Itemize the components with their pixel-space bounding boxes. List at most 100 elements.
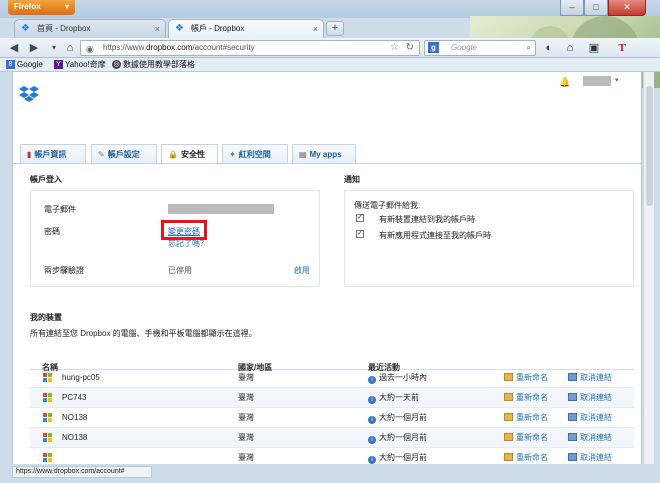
activity-text: 大約一個月前 <box>379 413 427 422</box>
rename-device-link[interactable]: 重新命名 <box>504 368 548 388</box>
unlink-icon <box>568 453 577 461</box>
search-placeholder: Google <box>451 43 477 52</box>
unlink-device-link[interactable]: 取消連結 <box>568 408 612 428</box>
table-row: NO138 臺灣 i 大約一個月前 重新命名 取消連結 <box>30 428 634 448</box>
bookmark-label: Google <box>17 60 43 69</box>
email-value-redacted <box>168 204 274 214</box>
bookmark-star-icon[interactable]: ☆ <box>390 41 399 55</box>
maximize-button[interactable]: □ <box>584 0 608 16</box>
bookmark-yahoo[interactable]: Y Yahoo!奇摩 <box>54 58 106 71</box>
url-prefix: https://www. <box>103 43 147 52</box>
device-name: PC743 <box>62 393 87 402</box>
rename-device-link[interactable]: 重新命名 <box>504 448 548 464</box>
account-tabs: ▮ 帳戶資訊 ✎ 帳戶設定 🔒 安全性 ✦ 紅利空間 ▤ My apps <box>13 144 641 165</box>
device-last-activity: i 大約一個月前 <box>368 408 427 428</box>
forgot-password-link[interactable]: 忘記了嗎？ <box>168 238 208 249</box>
rename-device-link[interactable]: 重新命名 <box>504 428 548 448</box>
forward-button[interactable]: ▶ <box>26 40 42 56</box>
device-name: NO138 <box>62 433 88 442</box>
site-identity-icon[interactable]: ◉ <box>86 42 94 56</box>
rename-label: 重新命名 <box>516 453 548 462</box>
table-row: PC743 臺灣 i 大約一天前 重新命名 取消連結 <box>30 388 634 408</box>
bookmark-label: Yahoo!奇摩 <box>65 60 106 69</box>
url-bar[interactable]: ◉ https://www.dropbox.com/account#securi… <box>80 40 420 56</box>
tab-security[interactable]: 🔒 安全性 <box>161 144 218 165</box>
user-name-redacted[interactable] <box>583 76 611 86</box>
bookmark-google[interactable]: 8 Google <box>6 58 43 71</box>
device-country: 臺灣 <box>238 453 254 462</box>
notify-new-device-label: 有新裝置連結到我的帳戶時 <box>379 215 475 224</box>
table-row: hung-pc05 臺灣 i 過去一小時內 重新命名 取消連結 <box>30 368 634 388</box>
windows-icon <box>43 433 53 443</box>
chart-icon: ▮ <box>27 150 32 159</box>
device-country: 臺灣 <box>238 393 254 402</box>
translate-addon-icon[interactable]: T <box>614 40 630 56</box>
search-icon[interactable]: ⌕ <box>527 41 531 55</box>
close-tab-icon[interactable]: × <box>155 20 160 38</box>
vertical-scrollbar[interactable] <box>643 72 654 464</box>
unlink-label: 取消連結 <box>580 393 612 402</box>
history-dropdown-icon[interactable]: ▾ <box>46 40 62 56</box>
devices-section-title: 我的裝置 <box>30 313 62 322</box>
yahoo-icon: Y <box>54 60 63 69</box>
table-row: 臺灣 i 大約一個月前 重新命名 取消連結 <box>30 448 634 464</box>
notify-new-app-checkbox[interactable]: ✓ <box>356 230 364 238</box>
lock-icon: 🔒 <box>168 150 178 159</box>
minimize-button[interactable]: – <box>560 0 584 16</box>
dropbox-logo-icon[interactable] <box>18 84 40 106</box>
tab-bonus-space[interactable]: ✦ 紅利空間 <box>222 144 288 164</box>
menu-grid-icon[interactable]: ▣ <box>586 40 602 56</box>
rename-label: 重新命名 <box>516 373 548 382</box>
back-button[interactable]: ◀ <box>6 40 22 56</box>
password-label: 密碼 <box>44 227 60 236</box>
tab-account-info[interactable]: ▮ 帳戶資訊 <box>20 144 86 164</box>
scrollbar-thumb[interactable] <box>646 86 653 206</box>
home-toolbar-icon[interactable]: ⌂ <box>562 40 578 56</box>
table-header: 名稱 國家/地區 最近活動 <box>30 350 634 372</box>
new-tab-button[interactable]: + <box>326 21 344 36</box>
notify-new-app-label: 有新應用程式連接至我的帳戶時 <box>379 231 491 240</box>
info-icon: i <box>368 416 376 424</box>
user-menu-chevron-icon[interactable]: ▾ <box>615 76 619 84</box>
device-country: 臺灣 <box>238 413 254 422</box>
wrench-icon: ✎ <box>98 150 105 159</box>
change-password-link[interactable]: 變更密碼 <box>168 226 200 237</box>
notify-new-device-checkbox[interactable]: ✓ <box>356 214 364 222</box>
tab-label: 帳戶設定 <box>107 150 140 159</box>
rename-device-link[interactable]: 重新命名 <box>504 408 548 428</box>
url-domain: dropbox.com <box>146 43 193 52</box>
home-nav-icon[interactable]: ⌂ <box>62 40 78 56</box>
close-tab-icon[interactable]: × <box>313 20 318 38</box>
rename-label: 重新命名 <box>516 433 548 442</box>
close-window-button[interactable]: ✕ <box>608 0 646 16</box>
unlink-label: 取消連結 <box>580 433 612 442</box>
device-country: 臺灣 <box>238 373 254 382</box>
browser-tab-account[interactable]: ❖ 帳戶 - Dropbox × <box>168 19 324 38</box>
email-label: 電子郵件 <box>44 205 76 214</box>
tab-my-apps[interactable]: ▤ My apps <box>292 144 356 164</box>
google-search-engine-icon[interactable]: g <box>428 42 439 53</box>
unlink-device-link[interactable]: 取消連結 <box>568 428 612 448</box>
info-icon: i <box>368 436 376 444</box>
rename-device-link[interactable]: 重新命名 <box>504 388 548 408</box>
info-icon: i <box>368 376 376 384</box>
unlink-icon <box>568 433 577 441</box>
browser-tab-home[interactable]: ❖ 首頁 - Dropbox × <box>14 19 166 38</box>
dropdown-arrow-icon: ▾ <box>64 2 69 11</box>
unlink-device-link[interactable]: 取消連結 <box>568 388 612 408</box>
unlink-icon <box>568 393 577 401</box>
bookmark-blog[interactable]: ◎ 數據使用教學部落格 <box>112 58 195 71</box>
search-input[interactable]: g Google ⌕ <box>424 40 536 56</box>
rename-icon <box>504 433 513 441</box>
enable-two-step-link[interactable]: 啟用 <box>294 265 310 276</box>
rename-icon <box>504 413 513 421</box>
activity-text: 大約一個月前 <box>379 433 427 442</box>
addon-icon[interactable]: ◐ <box>541 40 557 56</box>
firefox-menu-button[interactable]: Firefox ▾ <box>8 0 75 15</box>
unlink-device-link[interactable]: 取消連結 <box>568 368 612 388</box>
tab-account-settings[interactable]: ✎ 帳戶設定 <box>91 144 157 164</box>
notification-bell-icon[interactable]: 🔔 <box>559 77 570 88</box>
unlink-device-link[interactable]: 取消連結 <box>568 448 612 464</box>
reload-icon[interactable]: ↻ <box>406 41 414 55</box>
page-content: 🔔 ▾ ▮ 帳戶資訊 ✎ 帳戶設定 🔒 安全性 ✦ 紅利空間 ▤ My apps 帳戶登入… <box>12 72 642 464</box>
